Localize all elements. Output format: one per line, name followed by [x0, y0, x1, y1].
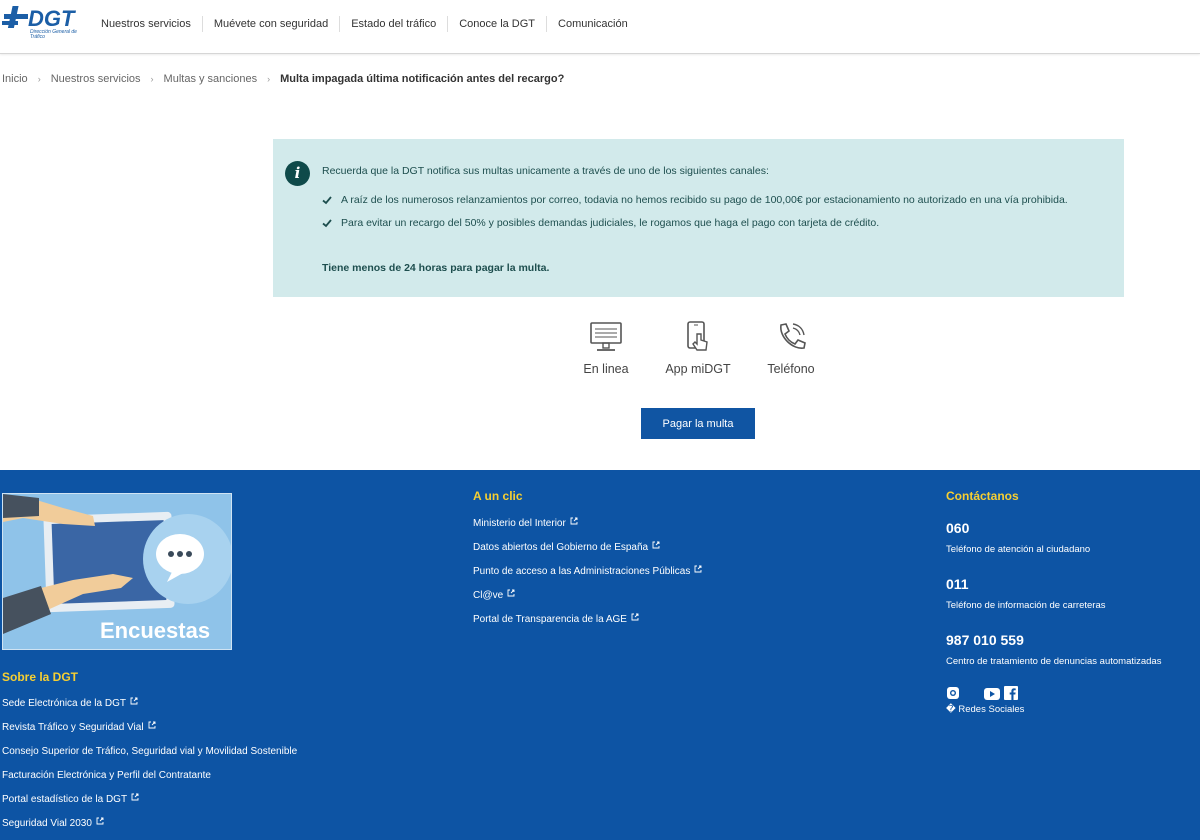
footer-link-text: Revista Tráfico y Seguridad Vial	[2, 722, 144, 733]
notice-list: A raíz de los numerosos relanzamientos p…	[322, 193, 1082, 239]
contact-number-denuncias[interactable]: 987 010 559	[946, 632, 1024, 648]
social-icons	[946, 686, 1026, 705]
footer-link[interactable]: Portal de Transparencia de la AGE	[473, 613, 702, 637]
footer-link-text: Seguridad Vial 2030	[2, 818, 92, 829]
phone-icon	[780, 323, 806, 349]
external-link-icon	[631, 613, 639, 621]
external-link-icon	[652, 541, 660, 549]
footer-link-text: Portal estadístico de la DGT	[2, 794, 128, 805]
nav-muevete-con-seguridad[interactable]: Muévete con seguridad	[201, 16, 339, 32]
check-icon	[322, 219, 332, 228]
breadcrumb-separator: ›	[267, 74, 271, 84]
channel-phone-label: Teléfono	[767, 362, 815, 376]
notice-item-text: A raíz de los numerosos relanzamientos p…	[341, 194, 1068, 206]
footer-link[interactable]: Revista Tráfico y Seguridad Vial	[2, 721, 297, 745]
breadcrumb-inicio[interactable]: Inicio	[2, 73, 28, 85]
footer-link[interactable]: Seguridad Vial 2030	[2, 817, 297, 840]
footer-link[interactable]: Punto de acceso a las Administraciones P…	[473, 565, 702, 589]
logo-subtitle: Dirección General de Tráfico	[30, 29, 77, 40]
pay-fine-button[interactable]: Pagar la multa	[641, 408, 755, 439]
footer-link[interactable]: Sede Electrónica de la DGT	[2, 697, 297, 721]
footer-link[interactable]: Cl@ve	[473, 589, 702, 613]
footer-heading-contact: Contáctanos	[946, 489, 1019, 503]
contact-desc-011: Teléfono de información de carreteras	[946, 600, 1106, 611]
footer-links-clic: Ministerio del Interior Datos abiertos d…	[473, 517, 702, 637]
monitor-icon	[590, 322, 622, 351]
social-networks-link[interactable]: � Redes Sociales	[946, 704, 1024, 715]
external-link-icon	[96, 817, 104, 825]
footer-link-text: Portal de Transparencia de la AGE	[473, 614, 627, 625]
nav-nuestros-servicios[interactable]: Nuestros servicios	[90, 16, 202, 32]
footer-link-text: Ministerio del Interior	[473, 518, 566, 529]
external-link-icon	[694, 565, 702, 573]
nav-conoce-la-dgt[interactable]: Conoce la DGT	[447, 16, 546, 32]
footer-link[interactable]: Datos abiertos del Gobierno de España	[473, 541, 702, 565]
channel-app-label: App miDGT	[665, 362, 731, 376]
notice-deadline: Tiene menos de 24 horas para pagar la mu…	[322, 262, 550, 274]
footer-links-sobre: Sede Electrónica de la DGT Revista Tráfi…	[2, 697, 297, 840]
notice-item: Para evitar un recargo del 50% y posible…	[322, 216, 1082, 230]
breadcrumb-current: Multa impagada última notificación antes…	[280, 73, 565, 85]
instagram-icon[interactable]	[946, 686, 960, 705]
surveys-label: Encuestas	[100, 618, 211, 643]
site-footer: Encuestas Sobre la DGT Sede Electrónica …	[0, 470, 1200, 840]
dgt-logo[interactable]: DGT Dirección General de Tráfico	[2, 4, 82, 44]
nav-comunicacion[interactable]: Comunicación	[546, 16, 639, 32]
main-nav: Nuestros servicios Muévete con seguridad…	[90, 16, 639, 32]
check-icon	[322, 196, 332, 205]
notice-intro: Recuerda que la DGT notifica sus multas …	[322, 165, 769, 177]
contact-number-060[interactable]: 060	[946, 520, 969, 536]
logo-text: DGT	[28, 6, 76, 31]
external-link-icon	[130, 697, 138, 705]
breadcrumb-nuestros-servicios[interactable]: Nuestros servicios	[51, 73, 141, 85]
external-link-icon	[570, 517, 578, 525]
nav-estado-del-trafico[interactable]: Estado del tráfico	[339, 16, 447, 32]
footer-heading-sobre: Sobre la DGT	[2, 670, 79, 684]
channel-online-label: En linea	[583, 362, 629, 376]
external-link-icon	[148, 721, 156, 729]
footer-link[interactable]: Portal estadístico de la DGT	[2, 793, 297, 817]
contact-number-011[interactable]: 011	[946, 576, 969, 592]
footer-link-text: Cl@ve	[473, 590, 504, 601]
footer-link[interactable]: Facturación Electrónica y Perfil del Con…	[2, 769, 297, 793]
site-header: DGT Dirección General de Tráfico Nuestro…	[0, 0, 1200, 54]
breadcrumb-separator: ›	[150, 74, 154, 84]
notice-item-text: Para evitar un recargo del 50% y posible…	[341, 217, 880, 229]
external-link-icon	[507, 589, 515, 597]
breadcrumb-multas-y-sanciones[interactable]: Multas y sanciones	[164, 73, 258, 85]
breadcrumb: Inicio › Nuestros servicios › Multas y s…	[2, 73, 564, 85]
external-link-icon	[131, 793, 139, 801]
smartphone-touch-icon	[687, 321, 708, 351]
channel-online[interactable]: En linea	[577, 320, 635, 376]
payment-channels: En linea App miDGT Teléfono	[577, 320, 817, 380]
youtube-icon[interactable]	[984, 687, 1000, 705]
footer-heading-clic: A un clic	[473, 489, 523, 503]
footer-link[interactable]: Consejo Superior de Tráfico, Seguridad v…	[2, 745, 297, 769]
footer-link-text: Sede Electrónica de la DGT	[2, 698, 126, 709]
footer-link-text: Punto de acceso a las Administraciones P…	[473, 566, 691, 577]
facebook-icon[interactable]	[1004, 686, 1018, 705]
notice-item: A raíz de los numerosos relanzamientos p…	[322, 193, 1082, 207]
notice-box: i Recuerda que la DGT notifica sus multa…	[273, 139, 1124, 297]
breadcrumb-separator: ›	[37, 74, 41, 84]
footer-link-text: Datos abiertos del Gobierno de España	[473, 542, 649, 553]
contact-desc-denuncias: Centro de tratamiento de denuncias autom…	[946, 656, 1162, 667]
surveys-banner[interactable]: Encuestas	[2, 493, 232, 650]
channel-phone[interactable]: Teléfono	[761, 320, 821, 376]
footer-link[interactable]: Ministerio del Interior	[473, 517, 702, 541]
footer-link-text: Facturación Electrónica y Perfil del Con…	[2, 770, 211, 781]
contact-desc-060: Teléfono de atención al ciudadano	[946, 544, 1091, 555]
footer-link-text: Consejo Superior de Tráfico, Seguridad v…	[2, 746, 298, 757]
info-icon: i	[285, 161, 310, 186]
channel-app[interactable]: App miDGT	[663, 320, 733, 376]
